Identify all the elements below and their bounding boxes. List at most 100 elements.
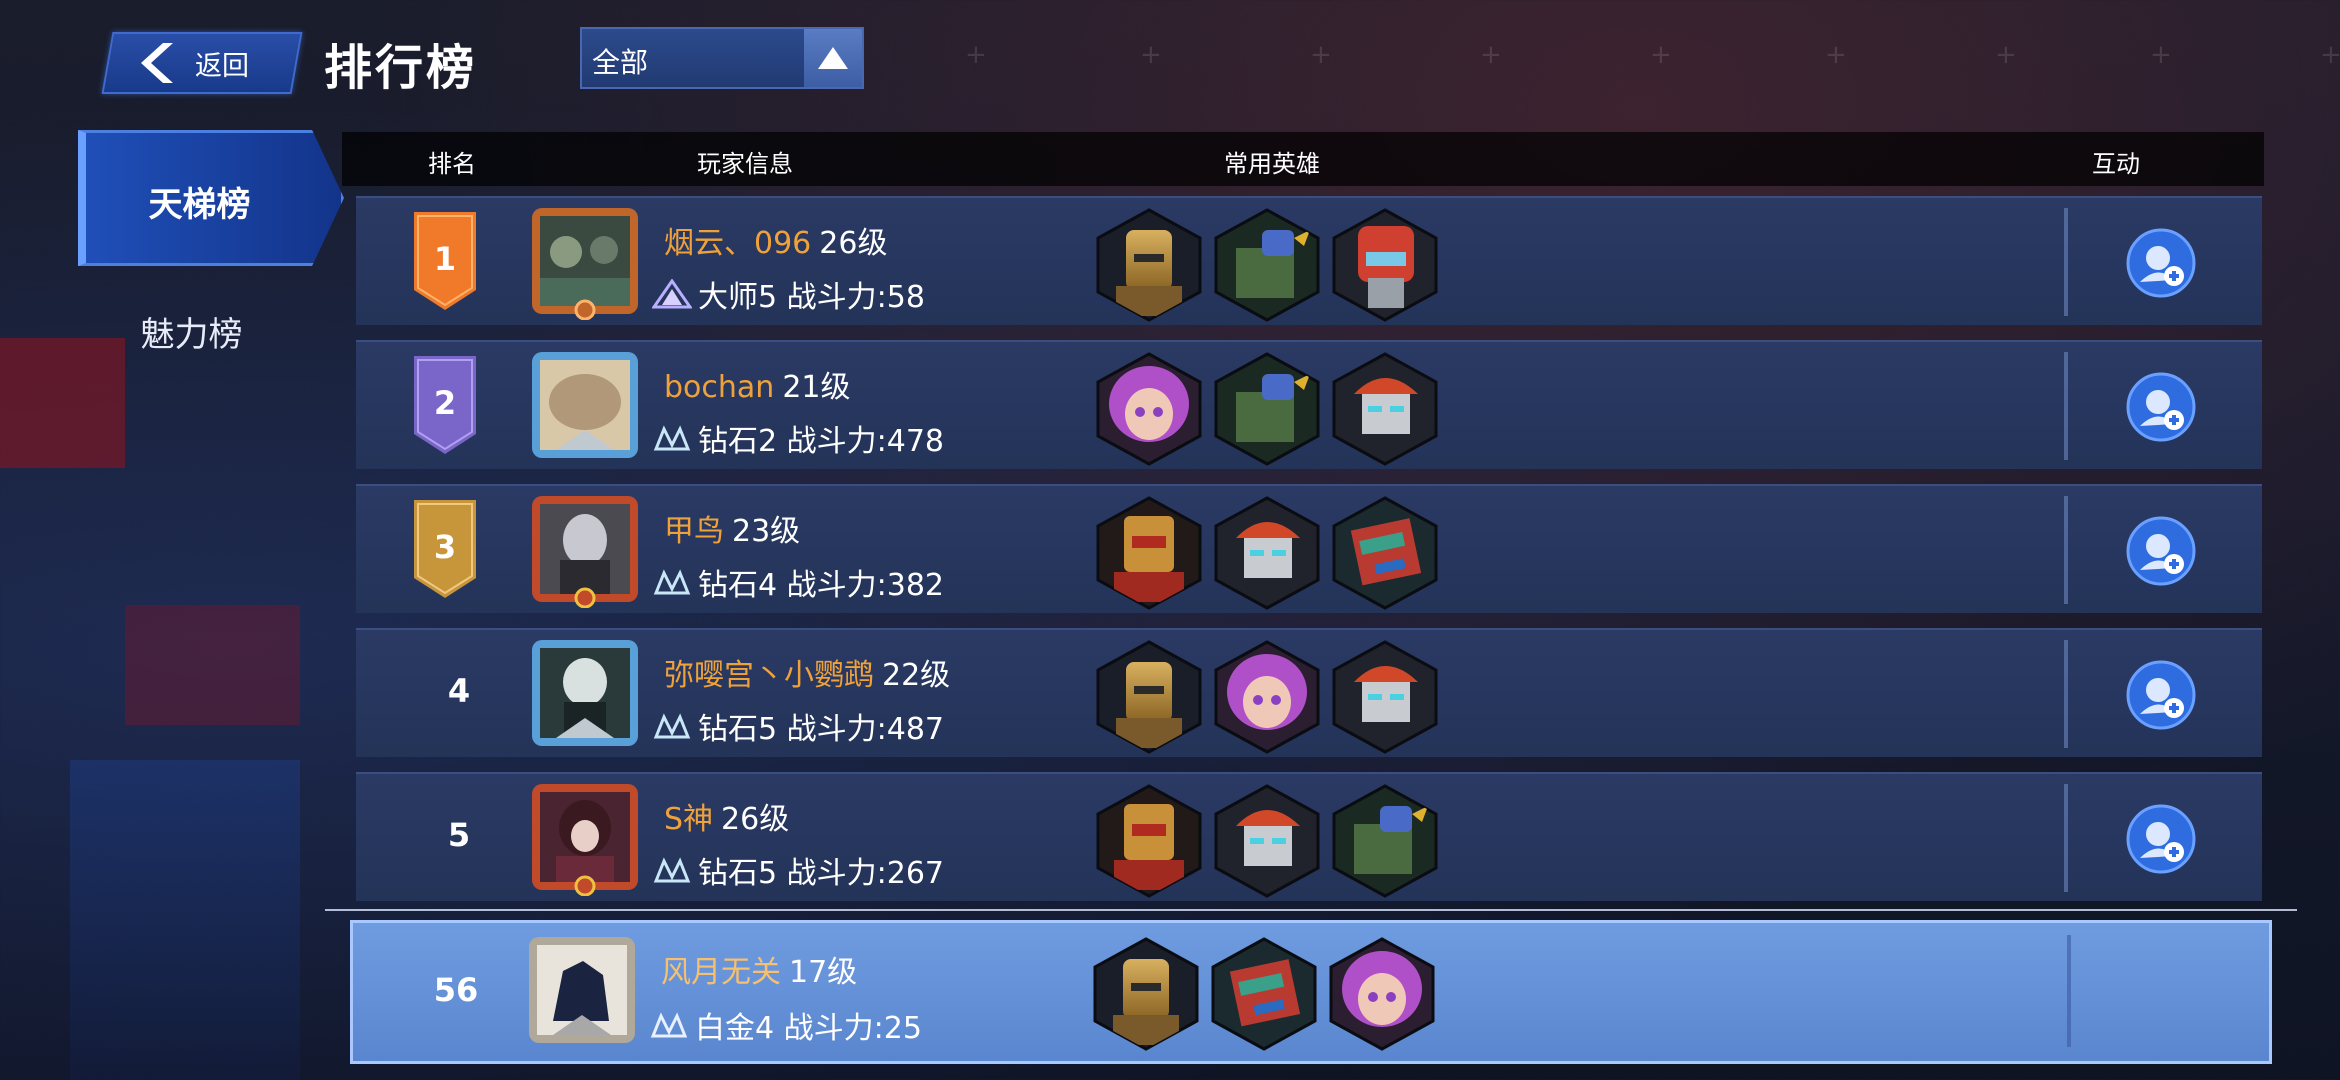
- player-level: 26级: [721, 802, 790, 837]
- hero-red-cap-robot[interactable]: [1332, 640, 1438, 754]
- diamond-tier-icon: [653, 425, 691, 451]
- player-avatar[interactable]: [526, 202, 644, 320]
- background-blue-glow: [70, 760, 300, 1080]
- player-tier: 白金4: [695, 1011, 775, 1046]
- diamond-tier-icon: [653, 713, 691, 739]
- hero-red-gold-robot[interactable]: [1096, 784, 1202, 898]
- tab-label: 天梯榜: [148, 185, 251, 225]
- add-friend-icon[interactable]: [2126, 660, 2196, 730]
- player-level: 26级: [819, 226, 888, 261]
- hero-green-mech[interactable]: [1332, 784, 1438, 898]
- background-plus-icon: +: [1995, 40, 2017, 70]
- hero-green-mech[interactable]: [1214, 208, 1320, 322]
- rank-number: 1: [433, 240, 457, 278]
- back-button[interactable]: 返回: [101, 32, 303, 94]
- player-avatar[interactable]: [526, 634, 644, 752]
- player-name: 甲鸟: [664, 514, 724, 549]
- hero-purple-hair-girl[interactable]: [1214, 640, 1320, 754]
- player-name: 弥嘤宫丶小鹦鹉: [664, 658, 874, 693]
- player-tier: 大师5: [698, 280, 778, 315]
- tab-label: 魅力榜: [140, 315, 243, 355]
- column-interact: 互动: [2092, 150, 2140, 178]
- rank-number: 3: [433, 528, 457, 566]
- background-red-block: [125, 605, 300, 725]
- column-rank: 排名: [428, 150, 476, 178]
- player-name-line: 弥嘤宫丶小鹦鹉 22级: [664, 650, 950, 694]
- rank-number: 56: [433, 971, 479, 1009]
- player-name-line: 甲鸟 23级: [664, 506, 800, 550]
- hero-green-mech[interactable]: [1214, 352, 1320, 466]
- add-friend-icon[interactable]: [2126, 372, 2196, 442]
- hero-red-gold-robot[interactable]: [1096, 496, 1202, 610]
- background-plus-icon: +: [1310, 40, 1332, 70]
- player-stats: 钻石4 战斗力:382: [652, 560, 944, 604]
- column-heroes: 常用英雄: [1224, 150, 1320, 178]
- triangle-up-icon: [818, 47, 848, 69]
- add-friend-icon[interactable]: [2126, 516, 2196, 586]
- player-power: 战斗力:478: [786, 424, 945, 459]
- player-power: 战斗力:25: [783, 1011, 922, 1046]
- player-level: 22级: [882, 658, 951, 693]
- hero-list: [1096, 640, 1438, 754]
- background-plus-icon: +: [2320, 40, 2340, 70]
- hero-purple-hair-girl[interactable]: [1096, 352, 1202, 466]
- player-power: 战斗力:382: [786, 568, 945, 603]
- filter-value: 全部: [592, 46, 649, 79]
- player-tier: 钻石2: [698, 424, 778, 459]
- player-avatar[interactable]: [526, 346, 644, 464]
- row-divider: [2064, 208, 2068, 316]
- player-power: 战斗力:58: [786, 280, 925, 315]
- back-arrow-icon: [141, 43, 173, 83]
- rank-number: 2: [433, 384, 457, 422]
- player-stats: 钻石5 战斗力:487: [652, 704, 944, 748]
- row-divider: [2064, 640, 2068, 748]
- player-stats: 钻石5 战斗力:267: [652, 848, 944, 892]
- hero-list: [1096, 208, 1438, 322]
- add-friend-icon[interactable]: [2126, 804, 2196, 874]
- tab-charm[interactable]: 魅力榜: [78, 285, 333, 375]
- player-level: 17级: [789, 955, 858, 990]
- hero-list: [1096, 784, 1438, 898]
- hero-box-robot[interactable]: [1332, 496, 1438, 610]
- hero-gold-knight-robot[interactable]: [1096, 640, 1202, 754]
- player-name-line: S神 26级: [664, 794, 789, 838]
- row-divider: [2064, 784, 2068, 892]
- add-friend-icon[interactable]: [2126, 228, 2196, 298]
- player-name: 风月无关: [661, 955, 781, 990]
- table-row: 5 S神 26级 钻石5 战斗力:267: [356, 772, 2262, 901]
- table-row: 4 弥嘤宫丶小鹦鹉 22级 钻石5 战斗力:487: [356, 628, 2262, 757]
- hero-red-helmet-robot[interactable]: [1332, 208, 1438, 322]
- filter-dropdown[interactable]: 全部: [580, 27, 864, 89]
- background-plus-icon: +: [2150, 40, 2172, 70]
- hero-list: [1096, 496, 1438, 610]
- rank-number: 5: [447, 816, 471, 854]
- background-plus-icon: +: [965, 40, 987, 70]
- player-avatar[interactable]: [523, 931, 641, 1049]
- hero-gold-knight-robot[interactable]: [1096, 208, 1202, 322]
- diamond-tier-icon: [653, 857, 691, 883]
- hero-gold-knight-robot[interactable]: [1093, 937, 1199, 1051]
- hero-purple-hair-girl[interactable]: [1329, 937, 1435, 1051]
- platinum-tier-icon: [650, 1012, 688, 1038]
- dropdown-toggle[interactable]: [804, 29, 862, 87]
- player-avatar[interactable]: [526, 778, 644, 896]
- back-label: 返回: [195, 50, 249, 82]
- player-tier: 钻石5: [698, 856, 778, 891]
- player-avatar[interactable]: [526, 490, 644, 608]
- diamond-tier-icon: [653, 569, 691, 595]
- background-plus-icon: +: [1825, 40, 1847, 70]
- player-stats: 钻石2 战斗力:478: [652, 416, 944, 460]
- player-stats: 大师5 战斗力:58: [652, 272, 925, 316]
- hero-red-cap-robot[interactable]: [1214, 784, 1320, 898]
- master-tier-icon: [652, 279, 692, 309]
- hero-red-cap-robot[interactable]: [1214, 496, 1320, 610]
- hero-red-cap-robot[interactable]: [1332, 352, 1438, 466]
- tab-ladder[interactable]: 天梯榜: [78, 130, 344, 266]
- hero-box-robot[interactable]: [1211, 937, 1317, 1051]
- player-level: 23级: [732, 514, 801, 549]
- player-name-line: 烟云、096 26级: [664, 218, 887, 262]
- row-divider: [2067, 935, 2071, 1047]
- row-divider: [2064, 352, 2068, 460]
- background-plus-icon: +: [1480, 40, 1502, 70]
- hero-list: [1096, 352, 1438, 466]
